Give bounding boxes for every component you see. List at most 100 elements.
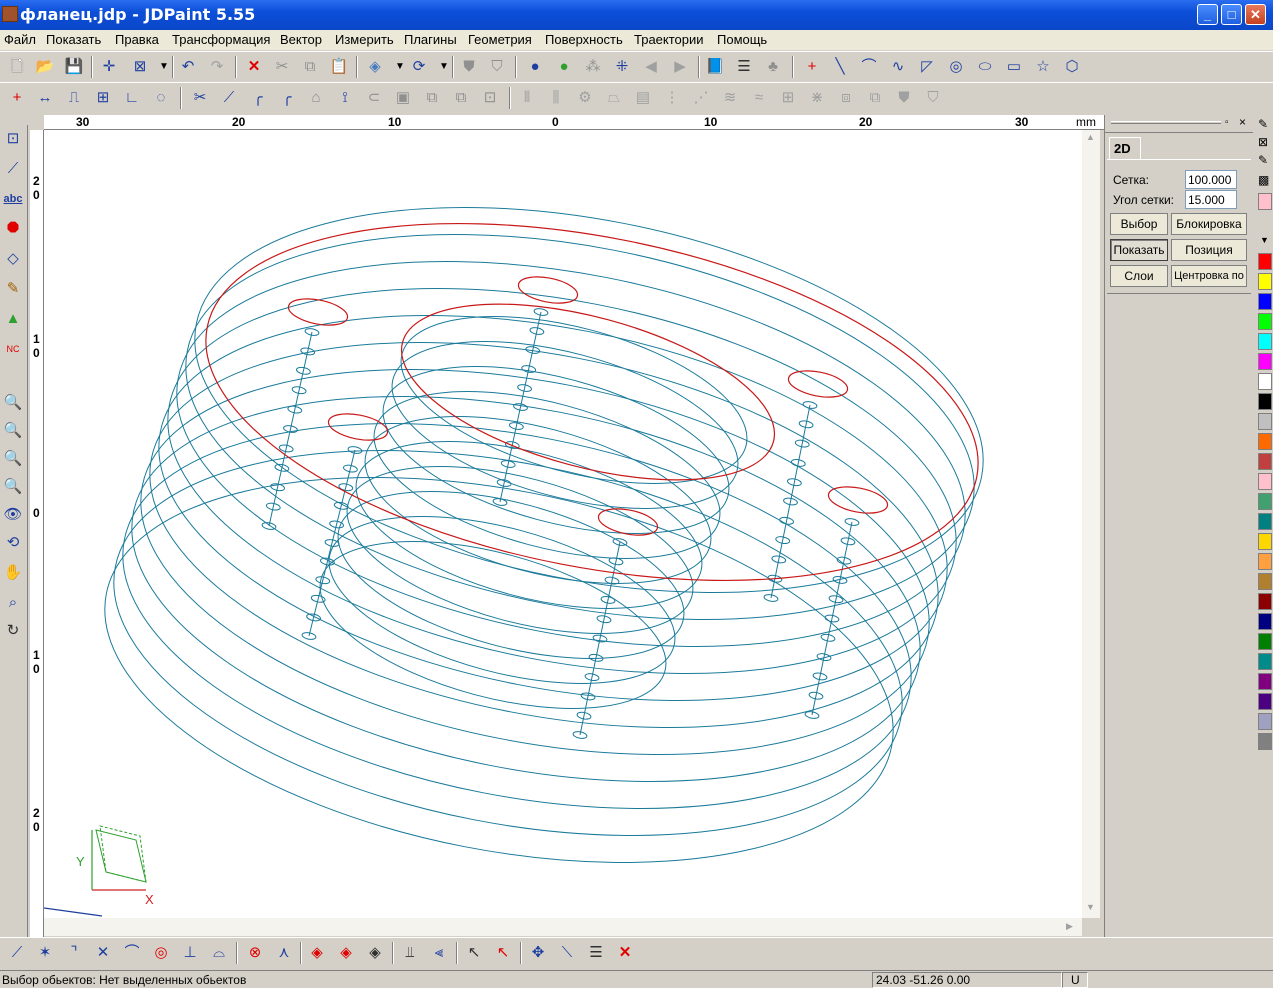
current-color-swatch[interactable] [1258,193,1272,210]
star-icon[interactable]: ☆ [1031,55,1055,79]
color-swatch[interactable] [1258,313,1272,330]
eye-icon[interactable]: 👁 [1,503,25,527]
layers-button[interactable]: Слои [1110,265,1168,287]
menu-transform[interactable]: Трансформация [172,32,270,47]
tree-tool-icon[interactable]: ▲ [1,307,25,331]
color-swatch[interactable] [1258,533,1272,550]
color-swatch[interactable] [1258,573,1272,590]
round-corner-icon[interactable]: ╭ [246,86,270,110]
plane-select-icon[interactable]: ⫷ [427,941,451,965]
menu-surface[interactable]: Поверхность [545,32,623,47]
select-add-icon[interactable]: ↖ [462,941,486,965]
open-folder-icon[interactable]: 📂 [33,55,57,79]
shield-icon[interactable]: ⛊ [892,86,916,110]
snap-grid-icon[interactable]: ◈ [305,941,329,965]
squiggle-icon[interactable]: ≈ [747,86,771,110]
dimension-icon[interactable]: ↔ [33,86,57,110]
layer-icon[interactable]: ⧈ [834,86,858,110]
delete-icon[interactable]: ✕ [242,55,266,79]
tab-2d[interactable]: 2D [1109,137,1141,159]
brush-icon[interactable]: ✎ [1,277,25,301]
grid-angle-field[interactable] [1185,190,1237,209]
chamfer-icon[interactable]: ⌂ [304,86,328,110]
menu-edit[interactable]: Правка [115,32,159,47]
color-swatch[interactable] [1258,653,1272,670]
light-bulb-green-icon[interactable]: ● [552,55,576,79]
angle-icon[interactable]: ∟ [120,86,144,110]
minimize-button[interactable]: _ [1197,4,1218,25]
color-swatch[interactable] [1258,373,1272,390]
center-by-button[interactable]: Центровка по [1171,265,1247,287]
arc-icon[interactable]: ⌒ [857,55,881,79]
snap-midpoint-icon[interactable]: ✶ [33,941,57,965]
copy-icon[interactable]: ⧉ [298,55,322,79]
horizontal-scrollbar[interactable]: ▶ [44,918,1082,936]
snap-arc-icon[interactable]: ⌒ [120,941,144,965]
list-remove-icon[interactable]: ☰ [584,941,608,965]
menu-file[interactable]: Файл [4,32,36,47]
show-button[interactable]: Показать [1110,239,1168,261]
back-arrow-icon[interactable]: ◀ [639,55,663,79]
redo-icon[interactable]: ↷ [205,55,229,79]
spline-icon[interactable]: ∿ [886,55,910,79]
layers-icon[interactable]: ⧉ [863,86,887,110]
trim-icon[interactable]: ✂ [188,86,212,110]
edit-node-icon[interactable]: ⟋ [1,157,25,181]
vertical-scrollbar[interactable]: ▲ ▼ [1082,130,1100,918]
grid-field[interactable] [1185,170,1237,189]
color-swatch[interactable] [1258,433,1272,450]
scroll-right-icon[interactable]: ▶ [1066,921,1073,932]
pen-icon[interactable]: ✎ [1258,117,1268,131]
ellipse-icon[interactable]: ⬭ [973,55,997,79]
align-left-icon[interactable]: ⫴ [515,86,539,110]
snap-perpendicular-icon[interactable]: ⊥ [178,941,202,965]
fill-pen-icon[interactable]: ✎ [1258,153,1268,167]
select-nodes-icon[interactable]: ⊡ [1,127,25,151]
save-icon[interactable]: 💾 [62,55,86,79]
shield-view-alt-icon[interactable]: ⛉ [485,55,509,79]
scroll-down-icon[interactable]: ▼ [1086,902,1095,912]
color-swatch[interactable] [1258,333,1272,350]
select-button[interactable]: Выбор [1110,213,1168,235]
fillet-icon[interactable]: ◌ [149,86,173,110]
select-window-icon[interactable]: ⊠ [128,55,152,79]
array-icon[interactable]: ⋮ [660,86,684,110]
slot-icon[interactable]: ⊂ [362,86,386,110]
snap-corner-icon[interactable]: ⌝ [62,941,86,965]
stack-icon[interactable]: ▤ [631,86,655,110]
polyline-icon[interactable]: ◸ [915,55,939,79]
zoom-out-icon[interactable]: 🔍 [1,419,25,443]
no-fill-icon[interactable]: ⊠ [1258,135,1268,149]
color-swatch[interactable] [1258,693,1272,710]
color-swatch[interactable] [1258,413,1272,430]
extend-icon[interactable]: ⟋ [217,86,241,110]
cancel-icon[interactable]: ✕ [613,941,637,965]
snap-grid-off-icon[interactable]: ◈ [363,941,387,965]
position-button[interactable]: Позиция [1171,239,1247,261]
shape-icon[interactable]: ⏢ [602,86,626,110]
shield-alt-icon[interactable]: ⛉ [921,86,945,110]
snap-nearest-icon[interactable]: ⋏ [272,941,296,965]
refresh-icon[interactable]: ↻ [1,619,25,643]
menu-geometry[interactable]: Геометрия [468,32,532,47]
lock-button[interactable]: Блокировка [1171,213,1247,235]
cut-icon[interactable]: ✂ [270,55,294,79]
snap-endpoint-icon[interactable]: ⟋ [5,941,29,965]
nodes-icon[interactable]: ⁂ [581,55,605,79]
snap-crosshair-icon[interactable]: ✛ [97,55,121,79]
shield-view-icon[interactable]: ⛊ [457,55,481,79]
measure-icon[interactable]: ⟍ [555,941,579,965]
line-icon[interactable]: ╲ [828,55,852,79]
paste-icon[interactable]: 📋 [327,55,351,79]
frame-icon[interactable]: ⊞ [91,86,115,110]
zoom-in-icon[interactable]: 🔍 [1,447,25,471]
stop-shape-icon[interactable]: ⯃ [1,217,25,241]
3d-box-icon[interactable]: ◈ [363,55,387,79]
snap-center-icon[interactable]: ◎ [149,941,173,965]
scroll-up-icon[interactable]: ▲ [1086,132,1095,142]
plane-icon[interactable]: ⫫ [398,941,422,965]
menu-plugins[interactable]: Плагины [404,32,457,47]
scatter-icon[interactable]: ⋇ [805,86,829,110]
zoom-previous-icon[interactable]: 🔍 [1,475,25,499]
color-swatch[interactable] [1258,493,1272,510]
